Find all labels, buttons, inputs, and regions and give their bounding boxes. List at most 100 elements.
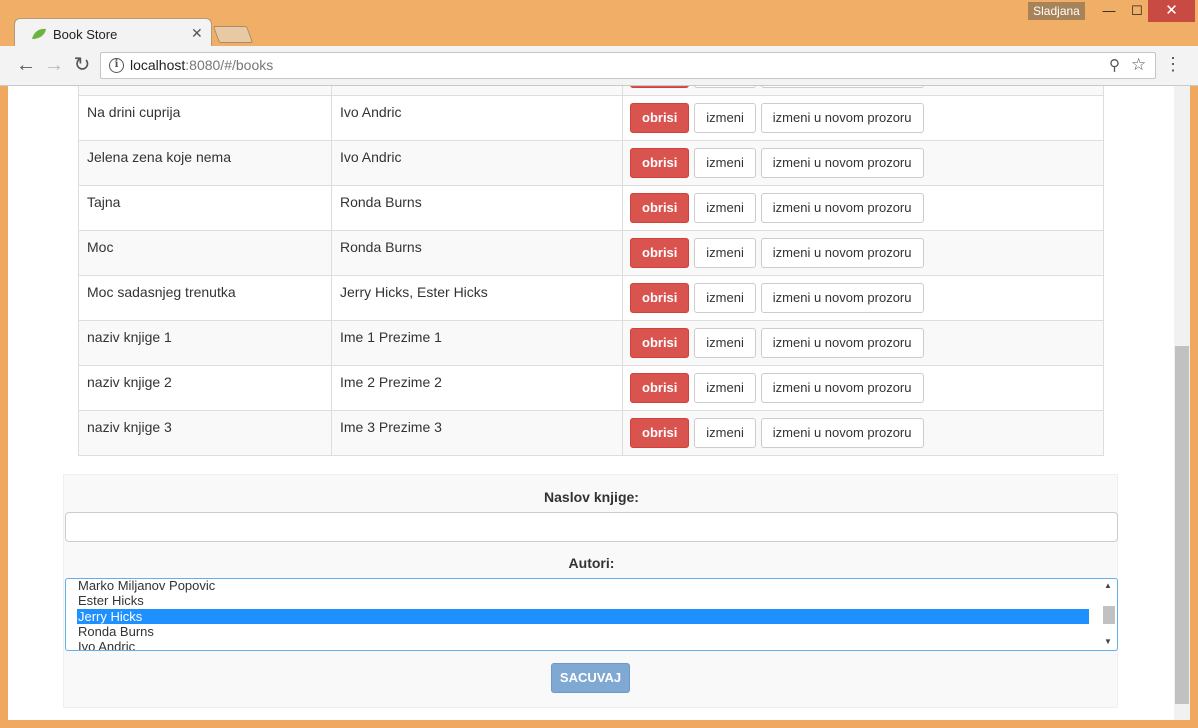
edit-button[interactable]: izmeni (694, 193, 756, 223)
edit-button[interactable]: izmeni (694, 86, 756, 88)
tab-close-icon[interactable]: ✕ (191, 25, 203, 42)
user-badge[interactable]: Sladjana (1028, 2, 1085, 20)
title-label: Naslov knjige: (544, 489, 639, 505)
edit-button[interactable]: izmeni (694, 283, 756, 313)
book-authors-cell: Ime 1 Prezime 1 (331, 320, 623, 366)
delete-button[interactable]: obrisi (630, 193, 690, 223)
table-row: Na drini cuprija Ivo Andric obrisi izmeni … (78, 95, 1104, 141)
edit-button[interactable]: izmeni (694, 373, 756, 403)
edit-new-window-button[interactable]: izmeni u novom prozoru (760, 103, 924, 133)
new-tab-button[interactable] (212, 26, 254, 43)
table-row: naziv knjige 2 Ime 2 Prezime 2 obrisi izme… (78, 365, 1104, 411)
book-actions-cell: obrisi izmeni izmeni u novom prozoru (622, 140, 1104, 186)
author-option[interactable]: Ester Hicks (78, 593, 144, 608)
table-row: obrisi izmeni izmeni u novom prozoru (78, 86, 1104, 96)
book-actions-cell: obrisi izmeni izmeni u novom prozoru (622, 95, 1104, 141)
browser-menu-icon[interactable]: ⋮ (1164, 54, 1182, 75)
delete-button[interactable]: obrisi (630, 283, 690, 313)
edit-button[interactable]: izmeni (694, 418, 756, 448)
author-option[interactable]: Ronda Burns (78, 624, 154, 639)
delete-button[interactable]: obrisi (630, 418, 690, 448)
book-authors-cell: Ronda Burns (331, 230, 623, 276)
browser-tab[interactable]: Book Store ✕ (14, 18, 212, 48)
edit-button[interactable]: izmeni (694, 148, 756, 178)
url-text[interactable]: localhost:8080/#/books (130, 57, 273, 73)
select-scroll-thumb[interactable] (1103, 606, 1115, 624)
book-actions-cell: obrisi izmeni izmeni u novom prozoru (622, 410, 1104, 456)
reload-icon[interactable]: ↻ (70, 54, 94, 78)
book-actions-cell: obrisi izmeni izmeni u novom prozoru (622, 185, 1104, 231)
minimize-button[interactable]: — (1094, 0, 1124, 22)
delete-button[interactable]: obrisi (630, 103, 690, 133)
window-titlebar: Sladjana — ☐ ✕ Book Store ✕ (0, 0, 1198, 48)
table-row: naziv knjige 3 Ime 3 Prezime 3 obrisi izme… (78, 410, 1104, 456)
edit-new-window-button[interactable]: izmeni u novom prozoru (760, 193, 924, 223)
table-row: Moc Ronda Burns obrisi izmeni izmeni u nov… (78, 230, 1104, 276)
edit-new-window-button[interactable]: izmeni u novom prozoru (760, 238, 924, 268)
book-authors-cell: Ronda Burns (331, 185, 623, 231)
page-scroll-thumb[interactable] (1175, 346, 1189, 704)
book-authors-cell: Ime 3 Prezime 3 (331, 410, 623, 456)
edit-new-window-button[interactable]: izmeni u novom prozoru (760, 148, 924, 178)
edit-new-window-button[interactable]: izmeni u novom prozoru (760, 328, 924, 358)
book-title-cell: Tajna (78, 185, 332, 231)
url-host: localhost (130, 57, 186, 73)
delete-button[interactable]: obrisi (630, 86, 690, 88)
book-title-cell (78, 86, 332, 96)
book-title-cell: Na drini cuprija (78, 95, 332, 141)
book-actions-cell: obrisi izmeni izmeni u novom prozoru (622, 320, 1104, 366)
book-title-cell: Jelena zena koje nema (78, 140, 332, 186)
authors-select[interactable]: Marko Miljanov Popovic Ester Hicks Jerry H… (65, 578, 1118, 651)
book-authors-cell: Ivo Andric (331, 140, 623, 186)
edit-button[interactable]: izmeni (694, 103, 756, 133)
back-icon[interactable]: ← (14, 54, 38, 78)
title-input[interactable] (65, 512, 1118, 542)
edit-button[interactable]: izmeni (694, 328, 756, 358)
book-authors-cell: Ivo Andric (331, 95, 623, 141)
page-viewport: obrisi izmeni izmeni u novom prozoruNa d… (8, 86, 1190, 720)
edit-new-window-button[interactable]: izmeni u novom prozoru (760, 418, 924, 448)
bookmark-star-icon[interactable]: ☆ (1131, 55, 1146, 75)
book-authors-cell: Ime 2 Prezime 2 (331, 365, 623, 411)
delete-button[interactable]: obrisi (630, 238, 690, 268)
edit-new-window-button[interactable]: izmeni u novom prozoru (760, 283, 924, 313)
author-option[interactable]: Ivo Andric (78, 639, 135, 650)
delete-button[interactable]: obrisi (630, 148, 690, 178)
book-title-cell: naziv knjige 3 (78, 410, 332, 456)
table-row: naziv knjige 1 Ime 1 Prezime 1 obrisi izme… (78, 320, 1104, 366)
table-row: Tajna Ronda Burns obrisi izmeni izmeni u n… (78, 185, 1104, 231)
address-bar[interactable]: i localhost:8080/#/books ⚲ ☆ (100, 52, 1156, 79)
table-row: Moc sadasnjeg trenutka Jerry Hicks, Ester… (78, 275, 1104, 321)
scroll-up-icon[interactable]: ▲ (1104, 581, 1112, 590)
close-window-button[interactable]: ✕ (1148, 0, 1195, 22)
book-form: Naslov knjige: Autori: Marko Miljanov Po… (63, 474, 1118, 708)
book-actions-cell: obrisi izmeni izmeni u novom prozoru (622, 86, 1104, 96)
delete-button[interactable]: obrisi (630, 328, 690, 358)
zoom-icon[interactable]: ⚲ (1109, 56, 1120, 74)
book-actions-cell: obrisi izmeni izmeni u novom prozoru (622, 365, 1104, 411)
author-option[interactable]: Jerry Hicks (77, 608, 1089, 624)
edit-button[interactable]: izmeni (694, 238, 756, 268)
edit-new-window-button[interactable]: izmeni u novom prozoru (760, 373, 924, 403)
book-title-cell: Moc sadasnjeg trenutka (78, 275, 332, 321)
book-actions-cell: obrisi izmeni izmeni u novom prozoru (622, 275, 1104, 321)
table-row: Jelena zena koje nema Ivo Andric obrisi iz… (78, 140, 1104, 186)
book-actions-cell: obrisi izmeni izmeni u novom prozoru (622, 230, 1104, 276)
edit-new-window-button[interactable]: izmeni u novom prozoru (760, 86, 924, 88)
save-button[interactable]: SACUVAJ (551, 663, 630, 693)
tab-title: Book Store (53, 27, 118, 42)
book-authors-cell: Jerry Hicks, Ester Hicks (331, 275, 623, 321)
book-title-cell: Moc (78, 230, 332, 276)
page-scrollbar[interactable] (1174, 86, 1190, 720)
scroll-down-icon[interactable]: ▼ (1104, 637, 1112, 646)
author-option[interactable]: Marko Miljanov Popovic (78, 579, 215, 593)
leaf-icon (32, 28, 46, 39)
info-icon[interactable]: i (109, 58, 124, 73)
url-path: :8080/#/books (185, 57, 274, 73)
book-title-cell: naziv knjige 1 (78, 320, 332, 366)
forward-icon[interactable]: → (42, 54, 66, 78)
delete-button[interactable]: obrisi (630, 373, 690, 403)
book-authors-cell (331, 86, 623, 96)
select-scrollbar[interactable]: ▲ ▼ (1101, 579, 1117, 650)
browser-toolbar: ← → ↻ i localhost:8080/#/books ⚲ ☆ ⋮ (0, 46, 1198, 86)
